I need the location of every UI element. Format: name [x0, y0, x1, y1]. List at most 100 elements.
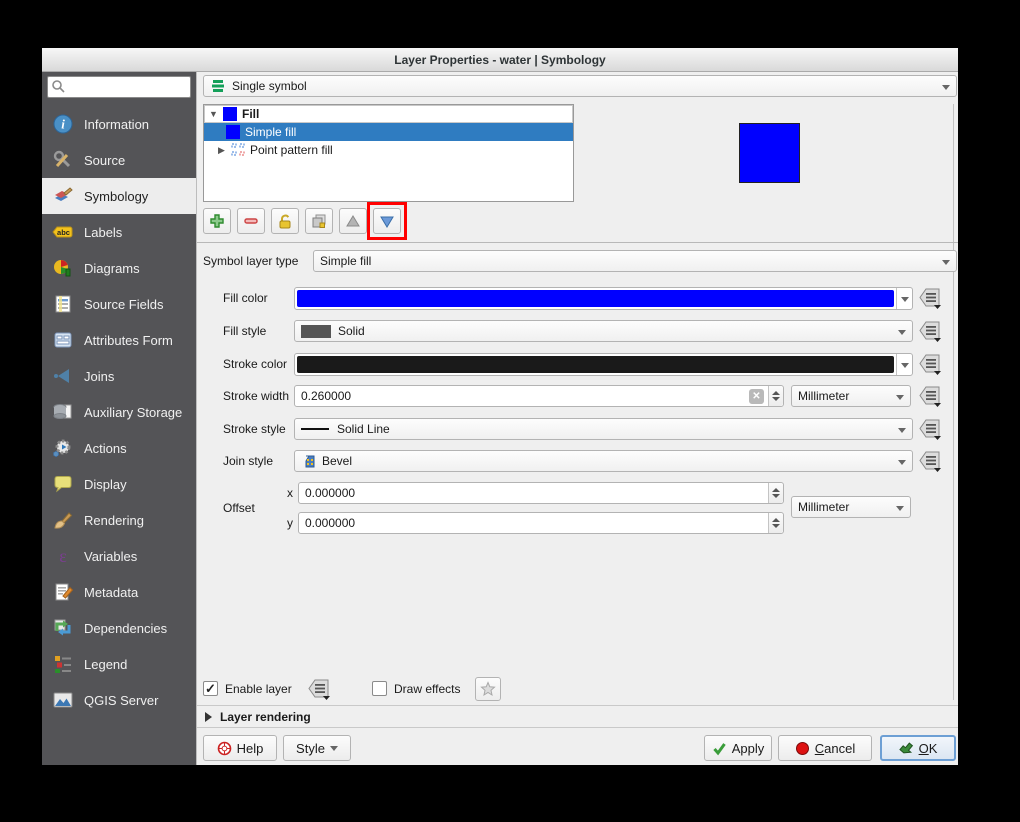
svg-text:i: i — [61, 117, 65, 132]
cancel-button[interactable]: Cancel — [778, 735, 872, 761]
sidebar-item-label: Actions — [84, 441, 127, 456]
ok-button[interactable]: OK — [880, 735, 956, 761]
sidebar-item-source-fields[interactable]: Source Fields — [42, 286, 196, 322]
sidebar-item-label: Information — [84, 117, 149, 132]
sidebar-item-symbology[interactable]: Symbology — [42, 178, 196, 214]
sidebar-item-information[interactable]: i Information — [42, 106, 196, 142]
renderer-combo[interactable]: Single symbol — [203, 75, 957, 97]
add-symbol-layer-button[interactable] — [203, 208, 231, 234]
panel-frame-line — [953, 104, 954, 700]
sidebar-item-diagrams[interactable]: Diagrams — [42, 250, 196, 286]
join-style-combo[interactable]: Bevel — [294, 450, 913, 472]
diagrams-icon — [52, 257, 74, 279]
enable-layer-checkbox[interactable]: ✓ — [203, 681, 218, 696]
stroke-width-label: Stroke width — [223, 389, 289, 403]
sidebar-item-attributes-form[interactable]: Attributes Form — [42, 322, 196, 358]
chevron-down-icon — [896, 395, 904, 400]
offset-x-spinner[interactable] — [768, 483, 783, 503]
offset-y-value: 0.000000 — [305, 516, 355, 530]
star-icon — [480, 681, 496, 697]
fill-color-button[interactable] — [294, 287, 913, 310]
expander-down-icon[interactable]: ▼ — [209, 109, 218, 119]
triangle-up-icon — [344, 212, 362, 230]
data-defined-override-button[interactable] — [918, 417, 942, 441]
point-pattern-chip — [231, 143, 245, 157]
variables-icon: ε — [52, 545, 74, 567]
plus-icon — [208, 212, 226, 230]
search-input[interactable] — [47, 76, 191, 98]
symbology-panel: Single symbol ▼ Fill Simple fill ▶ Point… — [196, 72, 958, 765]
solid-line-swatch — [301, 428, 329, 430]
fill-style-value: Solid — [338, 324, 365, 338]
sidebar-item-legend[interactable]: Legend — [42, 646, 196, 682]
tree-row-fill[interactable]: ▼ Fill — [204, 105, 573, 123]
layer-rendering-section[interactable]: Layer rendering — [197, 705, 958, 728]
dialog-button-row: Help Style Apply Cancel OK — [197, 735, 958, 761]
duplicate-symbol-layer-button[interactable] — [305, 208, 333, 234]
help-button[interactable]: Help — [203, 735, 277, 761]
remove-symbol-layer-button[interactable] — [237, 208, 265, 234]
sidebar-item-qgis-server[interactable]: QGIS Server — [42, 682, 196, 718]
tree-row-simple-fill[interactable]: Simple fill — [204, 123, 573, 141]
sidebar-item-rendering[interactable]: Rendering — [42, 502, 196, 538]
ok-arrow-icon — [899, 741, 914, 756]
stroke-width-value: 0.260000 — [301, 389, 351, 403]
data-defined-override-button[interactable] — [918, 352, 942, 376]
legend-icon — [52, 653, 74, 675]
sidebar-item-dependencies[interactable]: Dependencies — [42, 610, 196, 646]
layer-properties-dialog: Layer Properties - water | Symbology i I… — [42, 48, 958, 765]
move-up-button[interactable] — [339, 208, 367, 234]
draw-effects-checkbox[interactable] — [372, 681, 387, 696]
style-button[interactable]: Style — [283, 735, 351, 761]
data-defined-override-button[interactable] — [918, 286, 942, 310]
joins-icon — [52, 365, 74, 387]
sidebar-item-actions[interactable]: Actions — [42, 430, 196, 466]
minus-icon — [242, 212, 260, 230]
fill-style-combo[interactable]: Solid — [294, 320, 913, 342]
offset-x-input[interactable]: 0.000000 — [298, 482, 784, 504]
offset-x-label: x — [287, 486, 293, 500]
sidebar-item-auxiliary-storage[interactable]: Auxiliary Storage — [42, 394, 196, 430]
chevron-down-icon — [898, 460, 906, 465]
apply-label: Apply — [732, 741, 765, 756]
sidebar-item-metadata[interactable]: Metadata — [42, 574, 196, 610]
effects-options-button[interactable] — [475, 677, 501, 701]
stroke-color-button[interactable] — [294, 353, 913, 376]
sidebar-item-labels[interactable]: abc Labels — [42, 214, 196, 250]
stop-icon — [795, 741, 810, 756]
tree-row-point-pattern-fill[interactable]: ▶ Point pattern fill — [204, 141, 573, 159]
expander-right-icon — [205, 712, 212, 722]
labels-icon: abc — [52, 221, 74, 243]
stroke-width-unit-combo[interactable]: Millimeter — [791, 385, 911, 407]
data-defined-override-button[interactable] — [307, 677, 331, 701]
sidebar-item-label: Metadata — [84, 585, 138, 600]
fill-color-swatch — [297, 290, 894, 307]
stroke-color-swatch — [297, 356, 894, 373]
data-defined-override-button[interactable] — [918, 449, 942, 473]
data-defined-override-button[interactable] — [918, 384, 942, 408]
source-icon — [52, 149, 74, 171]
stroke-style-combo[interactable]: Solid Line — [294, 418, 913, 440]
tutorial-highlight-box — [367, 202, 407, 240]
offset-y-input[interactable]: 0.000000 — [298, 512, 784, 534]
divider — [197, 242, 958, 243]
fill-color-dropdown[interactable] — [896, 288, 912, 309]
apply-button[interactable]: Apply — [704, 735, 772, 761]
offset-y-spinner[interactable] — [768, 513, 783, 533]
sidebar-item-joins[interactable]: Joins — [42, 358, 196, 394]
symbol-layer-type-value: Simple fill — [320, 254, 371, 268]
symbol-preview — [739, 123, 800, 183]
sidebar-item-variables[interactable]: ε Variables — [42, 538, 196, 574]
sidebar-item-source[interactable]: Source — [42, 142, 196, 178]
symbol-layer-type-combo[interactable]: Simple fill — [313, 250, 957, 272]
stroke-width-input[interactable]: 0.260000 ✕ — [294, 385, 784, 407]
stroke-color-dropdown[interactable] — [896, 354, 912, 375]
stroke-width-spinner[interactable] — [768, 386, 783, 406]
expander-right-icon[interactable]: ▶ — [217, 145, 226, 156]
offset-unit-combo[interactable]: Millimeter — [791, 496, 911, 518]
sidebar-item-display[interactable]: Display — [42, 466, 196, 502]
data-defined-override-button[interactable] — [918, 319, 942, 343]
lock-color-button[interactable] — [271, 208, 299, 234]
clear-icon[interactable]: ✕ — [749, 389, 764, 404]
stroke-color-label: Stroke color — [223, 357, 287, 371]
